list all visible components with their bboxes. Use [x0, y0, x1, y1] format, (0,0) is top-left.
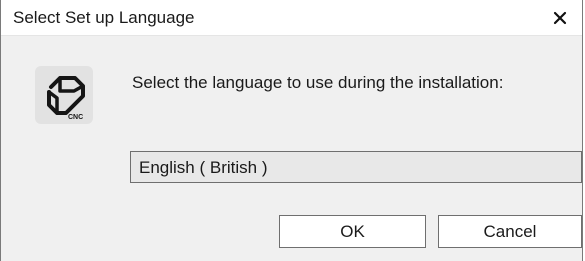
language-dialog: Select Set up Language CNC Select the la…: [0, 0, 583, 261]
dialog-title: Select Set up Language: [13, 8, 195, 27]
icon-badge-text: CNC: [68, 114, 83, 121]
cancel-button[interactable]: Cancel: [438, 215, 582, 248]
language-select[interactable]: English ( British ): [130, 151, 582, 183]
close-icon: [553, 11, 567, 25]
close-button[interactable]: [538, 0, 582, 36]
language-select-value: English ( British ): [139, 158, 268, 177]
cnc-logo-icon: CNC: [35, 66, 93, 124]
ok-button[interactable]: OK: [279, 215, 426, 248]
prompt-text: Select the language to use during the in…: [132, 73, 504, 92]
title-bar: Select Set up Language: [1, 0, 582, 36]
